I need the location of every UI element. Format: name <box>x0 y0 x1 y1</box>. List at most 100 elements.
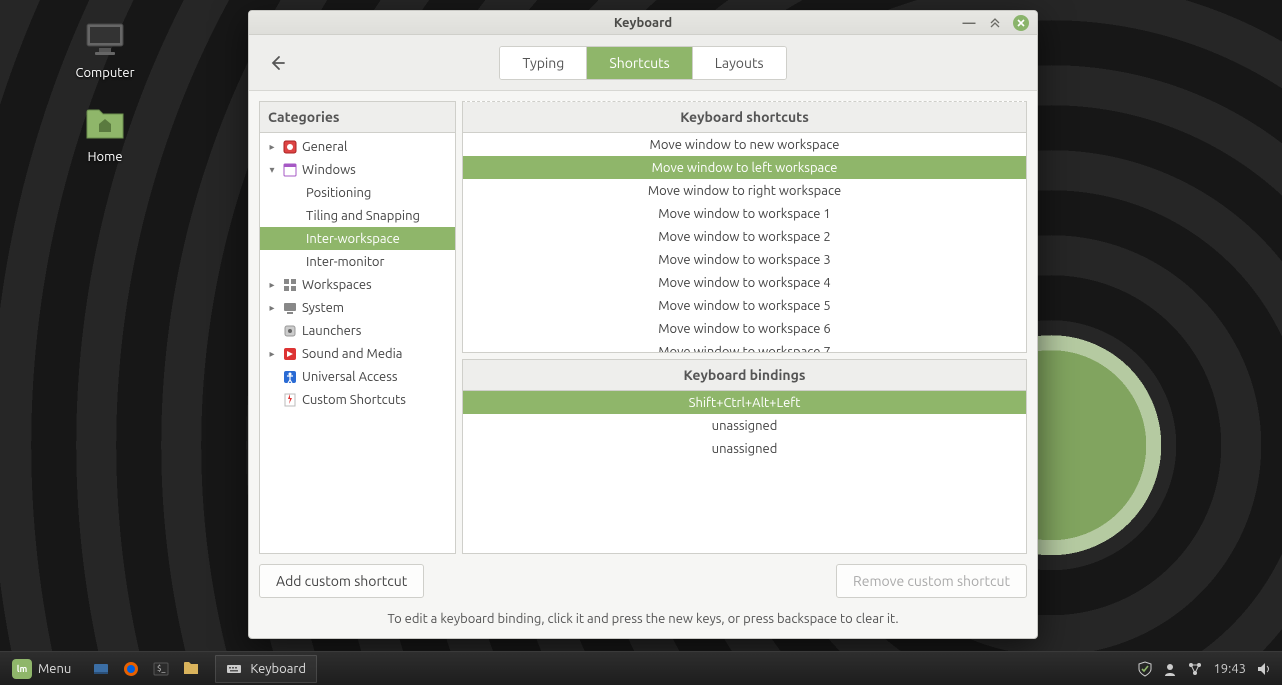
footer-buttons: Add custom shortcut Remove custom shortc… <box>249 554 1037 608</box>
tab-shortcuts[interactable]: Shortcuts <box>586 47 691 79</box>
bindings-header: Keyboard bindings <box>463 360 1026 391</box>
category-general[interactable]: ▸ General <box>260 135 455 158</box>
binding-row[interactable]: unassigned <box>463 414 1026 437</box>
shortcuts-panel: Keyboard shortcuts Move window to new wo… <box>462 101 1027 353</box>
shortcut-row[interactable]: Move window to left workspace <box>463 156 1026 179</box>
shortcuts-header: Keyboard shortcuts <box>463 102 1026 133</box>
files-launcher[interactable] <box>177 656 205 682</box>
start-menu-button[interactable]: lm Menu <box>0 652 83 685</box>
system-tray: 19:43 <box>1127 661 1282 677</box>
quick-launch: $_ <box>83 656 209 682</box>
category-custom-shortcuts[interactable]: Custom Shortcuts <box>260 388 455 411</box>
shortcut-label: Move window to workspace 3 <box>658 253 831 267</box>
expand-toggle-icon[interactable]: ▸ <box>266 279 278 291</box>
svg-text:lm: lm <box>17 664 28 674</box>
expand-toggle-icon[interactable]: ▸ <box>266 141 278 153</box>
shortcut-row[interactable]: Move window to workspace 5 <box>463 294 1026 317</box>
shortcut-row[interactable]: Move window to workspace 3 <box>463 248 1026 271</box>
show-desktop-button[interactable] <box>87 656 115 682</box>
sound-icon <box>282 346 298 362</box>
binding-row[interactable]: Shift+Ctrl+Alt+Left <box>463 391 1026 414</box>
shortcut-row[interactable]: Move window to workspace 4 <box>463 271 1026 294</box>
category-label: Custom Shortcuts <box>302 393 406 407</box>
window-controls: — <box>961 11 1029 34</box>
desktop-icon-label: Home <box>87 150 122 164</box>
menu-label: Menu <box>38 662 71 676</box>
category-label: Universal Access <box>302 370 397 384</box>
expand-toggle-icon[interactable]: ▾ <box>266 164 278 176</box>
categories-panel: Categories ▸General▾WindowsPositioningTi… <box>259 101 456 554</box>
category-label: Workspaces <box>302 278 372 292</box>
category-sound-and-media[interactable]: ▸Sound and Media <box>260 342 455 365</box>
system-icon <box>282 300 298 316</box>
category-universal-access[interactable]: Universal Access <box>260 365 455 388</box>
tab-layouts[interactable]: Layouts <box>692 47 786 79</box>
taskbar: lm Menu $_ Keyboard 19:43 <box>0 651 1282 685</box>
binding-row[interactable]: unassigned <box>463 437 1026 460</box>
general-icon <box>282 139 298 155</box>
category-label: Tiling and Snapping <box>306 209 420 223</box>
network-icon[interactable] <box>1187 661 1203 677</box>
maximize-button[interactable] <box>987 15 1003 31</box>
desktop-icon-computer[interactable]: Computer <box>20 20 190 80</box>
binding-label: unassigned <box>712 419 778 433</box>
launchers-icon <box>282 323 298 339</box>
tab-typing[interactable]: Typing <box>500 47 586 79</box>
update-shield-icon[interactable] <box>1137 661 1153 677</box>
shortcut-label: Move window to workspace 4 <box>658 276 831 290</box>
category-system[interactable]: ▸ System <box>260 296 455 319</box>
expand-toggle-icon[interactable]: ▸ <box>266 348 278 360</box>
taskbar-task-keyboard[interactable]: Keyboard <box>215 655 317 683</box>
svg-text:$_: $_ <box>157 664 166 673</box>
categories-tree: ▸ General ▾Windows Positioning Tiling and Sn… <box>260 133 455 413</box>
desktop-icon-home[interactable]: Home <box>20 104 190 164</box>
close-button[interactable] <box>1013 15 1029 31</box>
task-label: Keyboard <box>250 662 306 676</box>
shortcut-row[interactable]: Move window to workspace 7 <box>463 340 1026 353</box>
binding-label: unassigned <box>712 442 778 456</box>
shortcut-label: Move window to workspace 6 <box>658 322 831 336</box>
window-titlebar[interactable]: Keyboard — <box>249 11 1037 35</box>
category-label: Launchers <box>302 324 361 338</box>
add-custom-shortcut-button[interactable]: Add custom shortcut <box>259 564 424 598</box>
shortcut-label: Move window to new workspace <box>650 138 840 152</box>
category-windows[interactable]: ▾Windows <box>260 158 455 181</box>
minimize-button[interactable]: — <box>961 15 977 31</box>
desktop-icons: Computer Home <box>20 20 190 188</box>
category-label: Positioning <box>306 186 371 200</box>
volume-icon[interactable] <box>1256 661 1272 677</box>
expand-toggle-icon[interactable]: ▸ <box>266 302 278 314</box>
custom-icon <box>282 392 298 408</box>
category-launchers[interactable]: Launchers <box>260 319 455 342</box>
window-title: Keyboard <box>614 16 672 30</box>
workspaces-icon <box>282 277 298 293</box>
shortcut-row[interactable]: Move window to workspace 1 <box>463 202 1026 225</box>
shortcut-label: Move window to left workspace <box>652 161 838 175</box>
remove-custom-shortcut-button[interactable]: Remove custom shortcut <box>836 564 1027 598</box>
category-inter-workspace[interactable]: Inter-workspace <box>260 227 455 250</box>
clock[interactable]: 19:43 <box>1213 662 1246 676</box>
terminal-launcher[interactable]: $_ <box>147 656 175 682</box>
category-label: General <box>302 140 347 154</box>
firefox-launcher[interactable] <box>117 656 145 682</box>
mint-logo-icon: lm <box>12 659 32 679</box>
shortcut-label: Move window to right workspace <box>648 184 841 198</box>
shortcut-row[interactable]: Move window to workspace 2 <box>463 225 1026 248</box>
category-workspaces[interactable]: ▸ Workspaces <box>260 273 455 296</box>
back-button[interactable] <box>263 49 291 77</box>
category-positioning[interactable]: Positioning <box>260 181 455 204</box>
category-label: System <box>302 301 344 315</box>
shortcuts-list: Move window to new workspace Move window … <box>463 133 1026 353</box>
category-tiling-and-snapping[interactable]: Tiling and Snapping <box>260 204 455 227</box>
category-label: Inter-monitor <box>306 255 384 269</box>
bindings-list: Shift+Ctrl+Alt+Left unassigned unassigned <box>463 391 1026 460</box>
shortcut-row[interactable]: Move window to new workspace <box>463 133 1026 156</box>
shortcut-row[interactable]: Move window to right workspace <box>463 179 1026 202</box>
computer-icon <box>81 20 129 60</box>
shortcut-label: Move window to workspace 5 <box>658 299 831 313</box>
category-inter-monitor[interactable]: Inter-monitor <box>260 250 455 273</box>
user-icon[interactable] <box>1163 662 1177 676</box>
desktop-icon-label: Computer <box>76 66 135 80</box>
shortcut-row[interactable]: Move window to workspace 6 <box>463 317 1026 340</box>
category-label: Inter-workspace <box>306 232 400 246</box>
